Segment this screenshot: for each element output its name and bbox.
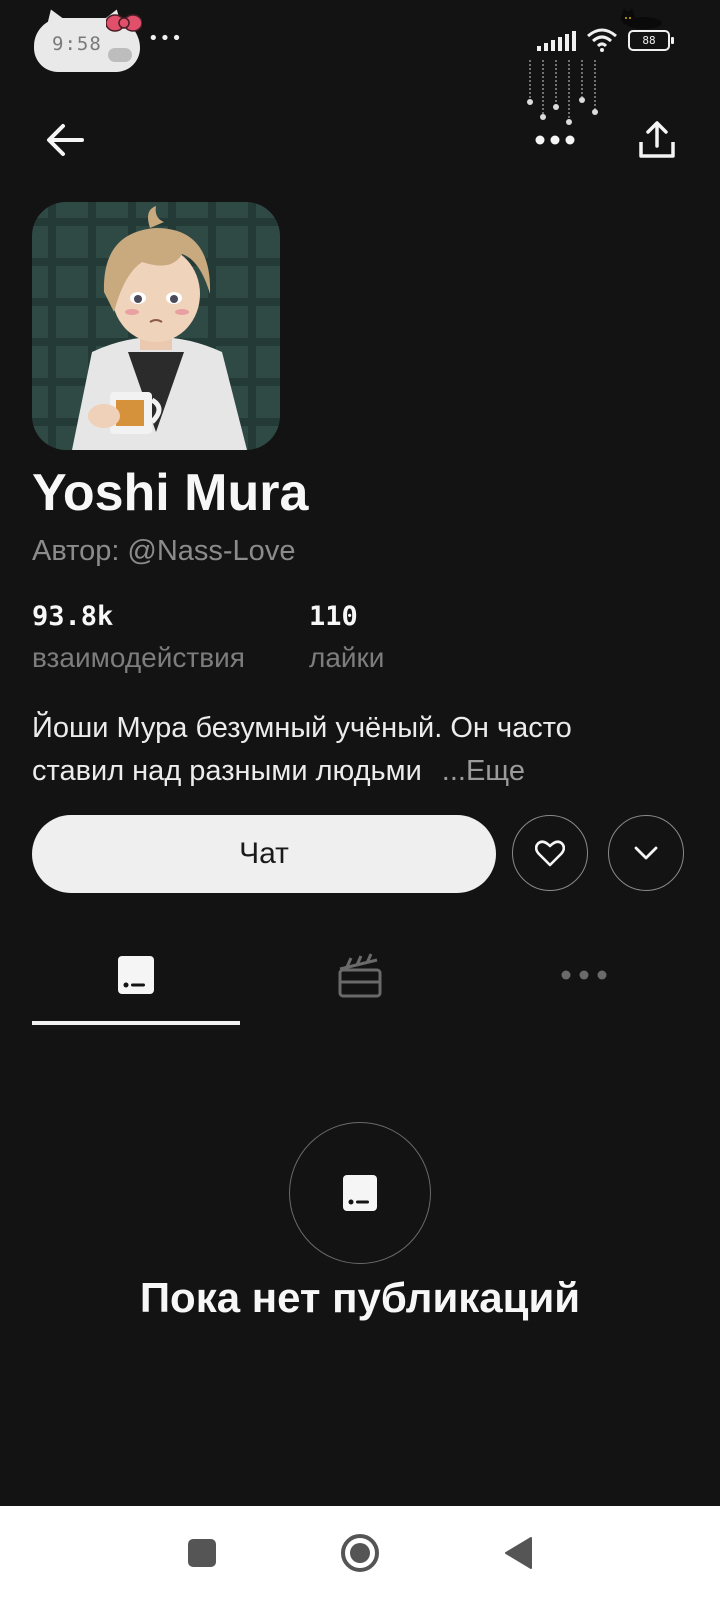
home-button[interactable] [335, 1528, 385, 1578]
stat-value: 110 [309, 601, 358, 632]
author-line: Автор: @Nass-Love [32, 532, 295, 570]
character-name: Yoshi Mura [32, 464, 309, 522]
top-navigation [0, 105, 720, 175]
notification-dots: ••• [148, 28, 183, 49]
active-tab-indicator [32, 1021, 240, 1025]
empty-state-icon-circle [289, 1122, 431, 1264]
posts-icon [118, 956, 154, 994]
chat-button[interactable]: Чат [32, 815, 496, 893]
battery-level: 88 [642, 33, 656, 47]
character-description: Йоши Мура безумный учёный. Он часто став… [32, 707, 682, 793]
arrow-left-icon [47, 124, 84, 156]
back-button[interactable] [38, 113, 92, 167]
kitty-ear-left [39, 5, 69, 31]
tab-scenes[interactable] [256, 930, 464, 1020]
system-back-button[interactable] [493, 1528, 543, 1578]
stats-row: 93.8k взаимодействия 110 лайки [32, 600, 712, 680]
status-icons: 88 [537, 28, 674, 52]
expand-button[interactable] [608, 815, 684, 891]
character-avatar [32, 202, 280, 450]
wifi-icon [587, 28, 617, 52]
system-navigation-bar [0, 1506, 720, 1600]
stat-label: лайки [309, 642, 385, 673]
author-handle-link[interactable]: @Nass-Love [127, 535, 295, 567]
avatar-illustration [32, 202, 280, 450]
cloud-icon [108, 48, 132, 62]
action-row: Чат [32, 815, 692, 895]
more-options-button[interactable] [530, 115, 580, 165]
description-line: Йоши Мура безумный учёный. Он часто [32, 712, 572, 744]
more-dots-icon [535, 135, 575, 145]
hello-kitty-clock-widget: 9:58 [34, 5, 142, 72]
bow-icon [106, 14, 142, 32]
battery-icon: 88 [628, 29, 674, 51]
author-prefix: Автор: [32, 535, 120, 567]
status-bar: 9:58 ••• 88 [0, 0, 720, 125]
character-profile-screen: 9:58 ••• 88 Yoshi Mura Автор: @Nass-Love… [0, 0, 720, 1600]
like-button[interactable] [512, 815, 588, 891]
posts-icon [343, 1175, 377, 1211]
more-dots-icon [561, 970, 607, 980]
show-more-link[interactable]: ...Еще [442, 755, 525, 787]
share-icon [639, 121, 675, 158]
heart-icon [535, 840, 565, 867]
tab-more[interactable] [480, 930, 688, 1020]
square-icon [188, 1539, 216, 1567]
stat-interactions: 93.8k взаимодействия [32, 600, 245, 678]
recents-button[interactable] [177, 1528, 227, 1578]
clapperboard-icon [338, 953, 382, 998]
triangle-back-icon [505, 1537, 532, 1569]
home-circle-icon [341, 1534, 379, 1572]
clock-time: 9:58 [52, 33, 102, 55]
description-line: ставил над разными людьми [32, 755, 422, 787]
description-line-with-more: ставил над разными людьми ...Еще [32, 750, 682, 793]
cat-decoration-icon [621, 8, 662, 29]
chevron-down-icon [634, 846, 658, 860]
empty-state-message: Пока нет публикаций [139, 1274, 581, 1321]
tab-posts[interactable] [32, 930, 240, 1020]
share-button[interactable] [630, 113, 684, 167]
stat-label: взаимодействия [32, 642, 245, 673]
content-tabs [0, 930, 720, 1030]
stat-likes: 110 лайки [309, 600, 384, 678]
stat-value: 93.8k [32, 601, 114, 632]
signal-icon [537, 29, 576, 51]
